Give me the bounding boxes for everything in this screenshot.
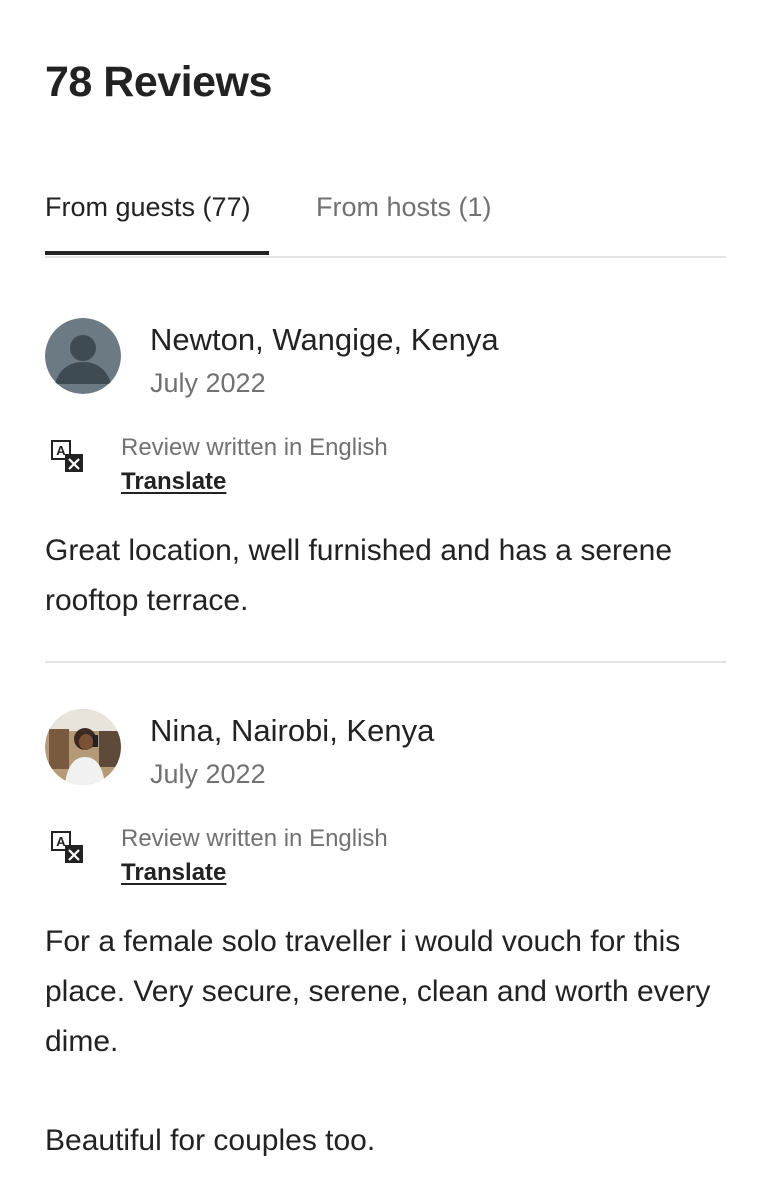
reviewer-name: Newton, Wangige, Kenya [150, 322, 499, 357]
tab-from-guests[interactable]: From guests (77) [45, 192, 251, 223]
review-text: Great location, well furnished and has a… [45, 534, 673, 617]
translate-icon: A [51, 831, 83, 863]
translate-link[interactable]: Translate [121, 468, 226, 496]
tab-from-hosts[interactable]: From hosts (1) [316, 192, 492, 223]
active-tab-indicator [45, 251, 269, 255]
review-text: For a female solo traveller i would vouc… [45, 925, 711, 1058]
reviewer-name: Nina, Nairobi, Kenya [150, 713, 435, 748]
review-divider [45, 661, 726, 663]
review-language-note: Review written in English [121, 434, 388, 461]
svg-text:A: A [56, 443, 66, 458]
avatar[interactable] [45, 318, 121, 394]
review-date: July 2022 [150, 759, 266, 789]
svg-text:A: A [56, 834, 66, 849]
avatar[interactable] [45, 709, 121, 785]
tabs-divider [45, 256, 726, 258]
translate-link[interactable]: Translate [121, 859, 226, 887]
default-user-avatar-icon [45, 318, 121, 394]
translate-icon: A [51, 440, 83, 472]
user-photo-avatar [45, 709, 121, 785]
review-date: July 2022 [150, 368, 266, 398]
review-tabs: From guests (77) From hosts (1) [45, 0, 726, 258]
review-language-note: Review written in English [121, 825, 388, 852]
review-text: Beautiful for couples too. [45, 1124, 376, 1157]
